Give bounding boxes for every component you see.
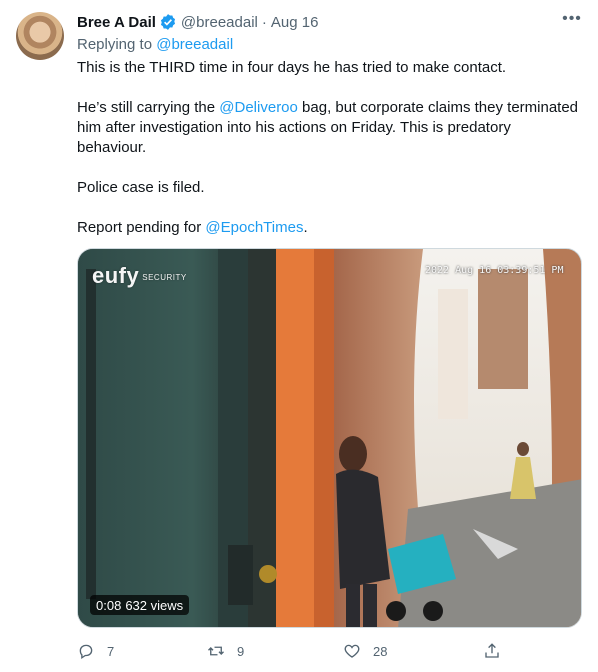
tweet-timestamp[interactable]: Aug 16 xyxy=(271,14,319,31)
tweet-header: Bree A Dail @breeadail · Aug 16 xyxy=(77,12,582,32)
text-span: Report pending for xyxy=(77,219,206,236)
eufy-logo: eufy SECURITY xyxy=(92,263,187,289)
like-button[interactable]: 28 xyxy=(343,640,387,662)
share-icon xyxy=(485,643,499,658)
share-button[interactable] xyxy=(483,640,513,662)
epochtimes-mention-link[interactable]: @EpochTimes xyxy=(205,219,303,236)
text-span: He’s still carrying the xyxy=(77,99,220,116)
eufy-logo-subtext: SECURITY xyxy=(142,272,187,282)
tweet-actions: 7 9 28 xyxy=(77,640,507,662)
reply-handle-link[interactable]: @breeadail xyxy=(156,36,233,53)
replying-to: Replying to @breeadail xyxy=(77,36,233,53)
video-frame xyxy=(78,249,581,627)
video-views: 632 views xyxy=(125,597,184,613)
separator-dot: · xyxy=(261,13,267,31)
tweet-paragraph-4: Report pending for @EpochTimes. xyxy=(77,218,582,238)
heart-icon xyxy=(344,644,360,658)
deliveroo-mention-link[interactable]: @Deliveroo xyxy=(219,99,298,116)
tweet-paragraph-1: This is the THIRD time in four days he h… xyxy=(77,59,507,76)
reply-count: 7 xyxy=(107,643,115,659)
tweet-paragraph-3: Police case is filed. xyxy=(77,179,205,196)
author-name[interactable]: Bree A Dail xyxy=(77,14,156,31)
like-count: 28 xyxy=(373,643,388,659)
tweet-text: This is the THIRD time in four days he h… xyxy=(77,58,582,258)
author-handle[interactable]: @breeadail xyxy=(181,14,258,31)
retweet-button[interactable]: 9 xyxy=(207,640,244,662)
retweet-icon xyxy=(208,646,224,656)
video-duration: 0:08 xyxy=(96,597,122,613)
video-stats-badge: 0:08 632 views xyxy=(90,595,190,615)
more-options-icon[interactable]: ••• xyxy=(562,11,582,30)
eufy-logo-text: eufy xyxy=(92,263,140,288)
video-player[interactable]: eufy SECURITY 2022 Aug 16 03:39:51 PM 0:0… xyxy=(77,248,582,628)
reply-button[interactable]: 7 xyxy=(77,640,114,662)
reply-icon xyxy=(79,644,93,660)
text-span: . xyxy=(303,219,308,236)
retweet-count: 9 xyxy=(237,643,245,659)
tweet-paragraph-2: He’s still carrying the @Deliveroo bag, … xyxy=(77,98,582,158)
replying-to-label: Replying to xyxy=(77,36,153,53)
datetime-overlay: 2022 Aug 16 03:39:51 PM xyxy=(425,265,564,276)
avatar[interactable] xyxy=(16,12,64,60)
verified-badge-icon xyxy=(160,14,175,30)
